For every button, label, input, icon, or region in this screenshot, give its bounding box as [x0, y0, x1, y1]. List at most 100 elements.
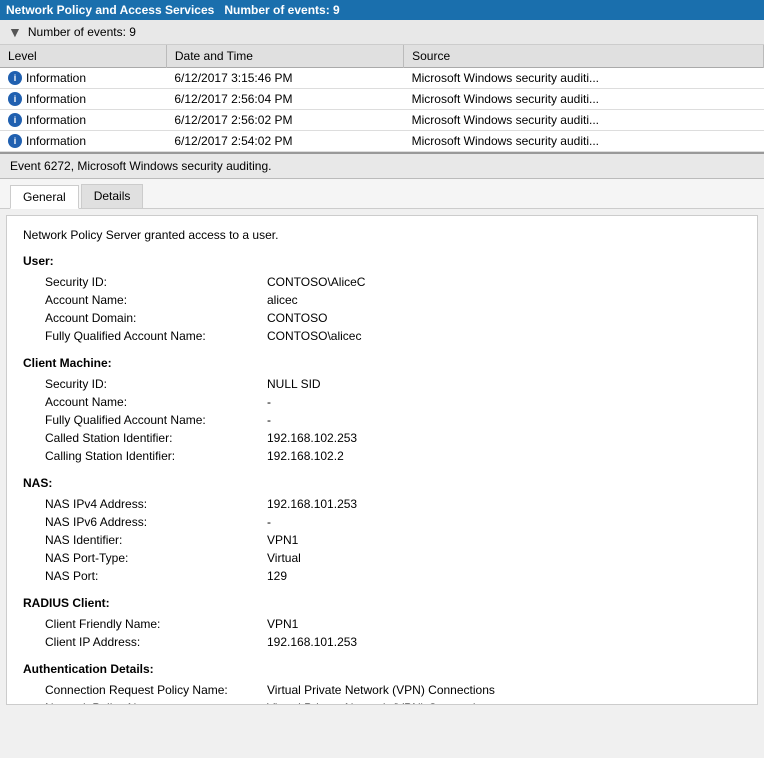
field-name: Network Policy Name: [41, 700, 261, 705]
cell-source: Microsoft Windows security auditi... [404, 89, 764, 110]
cell-datetime: 6/12/2017 2:56:02 PM [166, 110, 403, 131]
details-section: RADIUS Client:Client Friendly Name:VPN1C… [23, 596, 741, 652]
level-text: Information [26, 71, 86, 85]
details-main-text: Network Policy Server granted access to … [23, 228, 741, 242]
info-icon: i [8, 71, 22, 85]
details-panel: Network Policy Server granted access to … [6, 215, 758, 705]
field-row: Account Name:- [41, 394, 755, 410]
level-text: Information [26, 92, 86, 106]
field-row: Account Name:alicec [41, 292, 755, 308]
table-header-row: Level Date and Time Source [0, 45, 764, 68]
tab-details[interactable]: Details [81, 184, 144, 208]
field-name: Account Domain: [41, 310, 261, 326]
field-table: Client Friendly Name:VPN1Client IP Addre… [39, 614, 757, 652]
field-row: Client Friendly Name:VPN1 [41, 616, 755, 632]
level-text: Information [26, 113, 86, 127]
field-value: alicec [263, 292, 755, 308]
table-row[interactable]: i Information 6/12/2017 3:15:46 PMMicrosof… [0, 68, 764, 89]
table-row[interactable]: iInformation6/12/2017 2:56:02 PMMicrosof… [0, 110, 764, 131]
event-description-text: Event 6272, Microsoft Windows security a… [10, 159, 271, 173]
field-name: NAS Port-Type: [41, 550, 261, 566]
field-value: VPN1 [263, 616, 755, 632]
field-row: Client IP Address:192.168.101.253 [41, 634, 755, 650]
cell-level: i Information [0, 68, 166, 89]
field-row: Security ID:NULL SID [41, 376, 755, 392]
field-value: - [263, 394, 755, 410]
field-name: Connection Request Policy Name: [41, 682, 261, 698]
field-row: NAS Port:129 [41, 568, 755, 584]
field-row: Security ID:CONTOSO\AliceC [41, 274, 755, 290]
details-section: Client Machine:Security ID:NULL SIDAccou… [23, 356, 741, 466]
field-name: NAS IPv4 Address: [41, 496, 261, 512]
field-value: VPN1 [263, 532, 755, 548]
cell-source: Microsoft Windows security auditi... [404, 110, 764, 131]
field-name: Client Friendly Name: [41, 616, 261, 632]
field-name: Security ID: [41, 274, 261, 290]
cell-datetime: 6/12/2017 3:15:46 PM [166, 68, 403, 89]
field-value: CONTOSO\AliceC [263, 274, 755, 290]
field-row: Network Policy Name:Virtual Private Netw… [41, 700, 755, 705]
field-table: Connection Request Policy Name:Virtual P… [39, 680, 757, 705]
cell-level: i Information [0, 131, 166, 152]
section-label: RADIUS Client: [23, 596, 741, 610]
table-row[interactable]: iInformation6/12/2017 2:54:02 PMMicrosof… [0, 131, 764, 152]
field-name: Fully Qualified Account Name: [41, 412, 261, 428]
field-value: Virtual [263, 550, 755, 566]
field-name: Security ID: [41, 376, 261, 392]
field-value: Virtual Private Network (VPN) Connection… [263, 700, 755, 705]
level-text: Information [26, 134, 86, 148]
field-value: Virtual Private Network (VPN) Connection… [263, 682, 755, 698]
field-row: NAS IPv4 Address:192.168.101.253 [41, 496, 755, 512]
section-label: Client Machine: [23, 356, 741, 370]
section-label: Authentication Details: [23, 662, 741, 676]
section-label: User: [23, 254, 741, 268]
info-icon: i [8, 92, 22, 106]
cell-datetime: 6/12/2017 2:56:04 PM [166, 89, 403, 110]
field-value: NULL SID [263, 376, 755, 392]
filter-icon[interactable]: ▼ [8, 24, 22, 40]
app-title: Network Policy and Access Services [6, 3, 214, 17]
title-bar: Network Policy and Access Services Numbe… [0, 0, 764, 20]
field-name: NAS Identifier: [41, 532, 261, 548]
field-name: Account Name: [41, 292, 261, 308]
event-count-bar: ▼ Number of events: 9 [0, 20, 764, 45]
event-description-bar: Event 6272, Microsoft Windows security a… [0, 154, 764, 179]
event-count-text: Number of events: 9 [28, 25, 136, 39]
field-value: 192.168.102.2 [263, 448, 755, 464]
field-name: NAS Port: [41, 568, 261, 584]
field-row: Fully Qualified Account Name:- [41, 412, 755, 428]
section-label: NAS: [23, 476, 741, 490]
field-name: NAS IPv6 Address: [41, 514, 261, 530]
field-value: 192.168.102.253 [263, 430, 755, 446]
details-section: NAS:NAS IPv4 Address:192.168.101.253NAS … [23, 476, 741, 586]
col-header-datetime: Date and Time [166, 45, 403, 68]
details-section: Authentication Details: Connection Reques… [23, 662, 741, 705]
field-row: NAS IPv6 Address:- [41, 514, 755, 530]
info-icon: i [8, 134, 22, 148]
field-row: NAS Port-Type:Virtual [41, 550, 755, 566]
cell-level: i Information [0, 89, 166, 110]
table-row[interactable]: i Information 6/12/2017 2:56:04 PMMicrosof… [0, 89, 764, 110]
field-table: NAS IPv4 Address:192.168.101.253 NAS IPv6… [39, 494, 757, 586]
cell-source: Microsoft Windows security auditi... [404, 68, 764, 89]
tab-general[interactable]: General [10, 185, 79, 209]
field-row: Account Domain:CONTOSO [41, 310, 755, 326]
cell-level: iInformation [0, 110, 166, 131]
field-value: 129 [263, 568, 755, 584]
field-row: Calling Station Identifier:192.168.102.2 [41, 448, 755, 464]
cell-datetime: 6/12/2017 2:54:02 PM [166, 131, 403, 152]
field-value: CONTOSO [263, 310, 755, 326]
field-row: Connection Request Policy Name:Virtual P… [41, 682, 755, 698]
field-table: Security ID:NULL SID Account Name:- Fully … [39, 374, 757, 466]
col-header-level: Level [0, 45, 166, 68]
field-name: Called Station Identifier: [41, 430, 261, 446]
col-header-source: Source [404, 45, 764, 68]
field-name: Client IP Address: [41, 634, 261, 650]
events-table-container: Level Date and Time Source iInformation6… [0, 45, 764, 154]
field-value: - [263, 412, 755, 428]
field-table: Security ID:CONTOSO\AliceCAccount Name:a… [39, 272, 757, 346]
field-row: Called Station Identifier:192.168.102.25… [41, 430, 755, 446]
field-value: CONTOSO\alicec [263, 328, 755, 344]
details-section: User:Security ID:CONTOSO\AliceCAccount N… [23, 254, 741, 346]
field-name: Calling Station Identifier: [41, 448, 261, 464]
